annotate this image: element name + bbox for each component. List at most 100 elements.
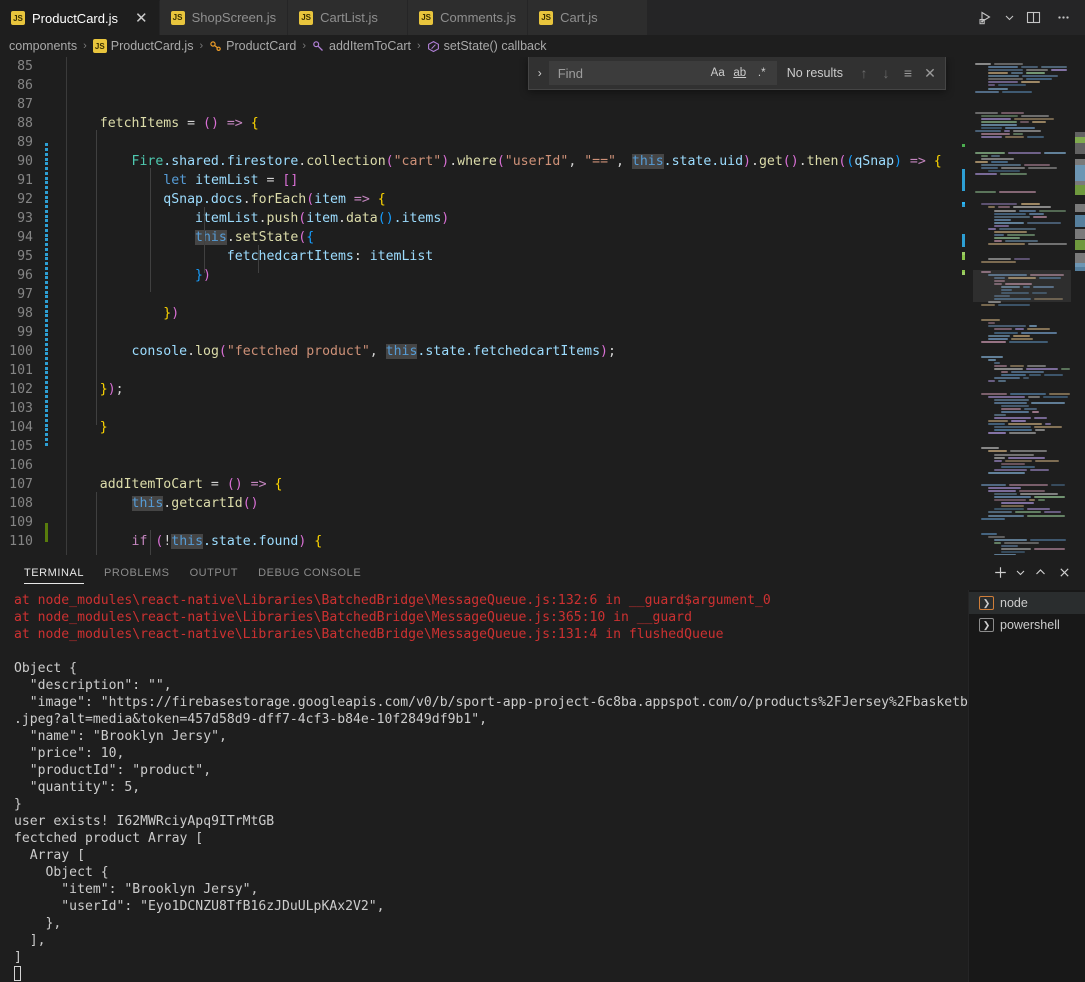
tab-problems[interactable]: PROBLEMS [94,555,180,590]
code-token: ) [600,344,608,359]
terminal-line: ] [14,950,22,965]
close-find-button[interactable]: ✕ [919,62,941,84]
code-line[interactable]: 88 fetchItems = () => { [0,114,961,133]
terminal-dropdown-button[interactable] [1013,562,1027,584]
code-line[interactable]: 103 [0,399,961,428]
minimap-line [981,124,1017,127]
code-line[interactable]: 98 }) [0,304,961,333]
more-actions-icon[interactable] [1050,5,1076,31]
code-token: getcartId [171,496,243,511]
code-line[interactable]: 102 }); [0,380,961,409]
breadcrumb-item-components[interactable]: components [9,39,77,53]
find-in-selection-button[interactable]: ≡ [897,62,919,84]
close-icon[interactable]: ✕ [125,11,148,26]
minimap-line [1034,496,1066,499]
minimap-line [1027,166,1058,169]
terminal-item-powershell[interactable]: ❯ powershell [969,614,1085,636]
code-line[interactable]: 99 [0,323,961,352]
code-line[interactable]: 91 let itemList = [] [0,171,961,200]
code-line[interactable]: 106 [0,456,961,475]
minimap-line [1009,340,1049,343]
minimap-line [1012,206,1052,209]
minimap-line [1008,484,1048,486]
code-line[interactable]: 94 this.setState({ [0,228,961,257]
breadcrumb-item-productcard-class[interactable]: ProductCard [209,39,296,53]
tab-cartlist-js[interactable]: JS CartList.js [288,0,409,35]
minimap-line [994,365,1008,368]
previous-match-button[interactable]: ↑ [853,62,875,84]
code-token: .state [417,344,466,359]
code-line[interactable]: 104 } [0,418,961,447]
code-token: . [751,154,759,169]
split-editor-icon[interactable] [1020,5,1046,31]
code-line[interactable]: 108 this.getcartId() [0,494,961,513]
code-token: addItemToCart [99,477,203,492]
close-panel-button[interactable] [1053,562,1075,584]
code-line[interactable]: 87 [0,95,961,114]
code-line[interactable]: 96 }) [0,266,961,295]
find-input[interactable]: Find Aa ab .* [548,61,777,85]
code-line[interactable]: 90 Fire.shared.firestore.collection("car… [0,152,961,181]
minimap-line [1032,410,1039,413]
minimap[interactable] [961,57,1085,555]
minimap-line [1025,368,1058,371]
code-line[interactable]: 95 fetchedcartItems: itemList [0,247,961,276]
code-line[interactable]: 92 qSnap.docs.forEach(item => { [0,190,961,219]
minimap-line [1000,166,1025,169]
breadcrumb-item-additemtocart-method[interactable]: addItemToCart [312,39,411,53]
code-line[interactable]: 100 console.log("fectched product", this… [0,342,961,371]
minimap-line [994,209,1017,212]
minimap-line [1034,548,1066,551]
code-line[interactable]: 97 [0,285,961,314]
code-line[interactable]: 101 [0,361,961,390]
minimap-line [987,243,1026,246]
minimap-line [994,554,1017,555]
terminal-output[interactable]: at node_modules\react-native\Libraries\B… [0,590,968,982]
minimap-line [1002,90,1033,93]
minimap-line [1022,377,1029,380]
minimap-diff-marker [962,169,965,192]
minimap-line [1023,163,1050,166]
match-whole-word-option[interactable]: ab [729,63,751,83]
tab-output[interactable]: OUTPUT [180,555,249,590]
terminal-item-node[interactable]: ❯ node [969,592,1085,614]
minimap-line [987,337,1008,340]
tab-comments-js[interactable]: JS Comments.js [408,0,529,35]
breadcrumb-item-productcard-js[interactable]: JS ProductCard.js [92,39,193,53]
chevron-right-icon[interactable]: › [531,66,549,80]
code-line[interactable]: 93 itemList.push(item.data().items) [0,209,961,238]
next-match-button[interactable]: ↓ [875,62,897,84]
breadcrumb-item-setstate-callback[interactable]: setState() callback [427,39,546,53]
tab-cart-js[interactable]: JS Cart.js [528,0,649,35]
new-terminal-button[interactable] [989,562,1011,584]
code-token: . [338,211,346,226]
tab-productcard-js[interactable]: JS ProductCard.js ✕ [0,0,160,35]
overview-ruler[interactable] [1071,57,1085,555]
run-and-debug-icon[interactable] [972,5,998,31]
code-line[interactable]: 107 addItemToCart = () => { [0,475,961,494]
tab-debug-console[interactable]: DEBUG CONSOLE [248,555,371,590]
code-line[interactable]: 110 if (!this.state.found) { [0,532,961,551]
minimap-line [981,136,1003,139]
minimap-line [994,413,1006,416]
chevron-down-icon[interactable] [1002,5,1016,31]
code-editor[interactable]: 85 86 87 88 fetchItems = () => {89 90 Fire.s… [0,57,961,555]
terminal-line: "item": "Brooklyn Jersy", [14,882,259,897]
code-line[interactable]: 105 [0,437,961,456]
minimap-slider[interactable] [973,270,1075,302]
minimap-line [1005,127,1036,130]
use-regex-option[interactable]: .* [751,63,773,83]
maximize-panel-button[interactable] [1029,562,1051,584]
minimap-line [994,233,1005,236]
match-case-option[interactable]: Aa [707,63,729,83]
line-number: 95 [17,249,33,264]
terminal-line: Object { [14,661,78,676]
tab-terminal[interactable]: TERMINAL [14,555,94,590]
code-line[interactable]: 109 [0,513,961,542]
code-line[interactable]: 89 [0,133,961,162]
minimap-line [994,426,1031,429]
tab-shopscreen-js[interactable]: JS ShopScreen.js [159,0,289,35]
